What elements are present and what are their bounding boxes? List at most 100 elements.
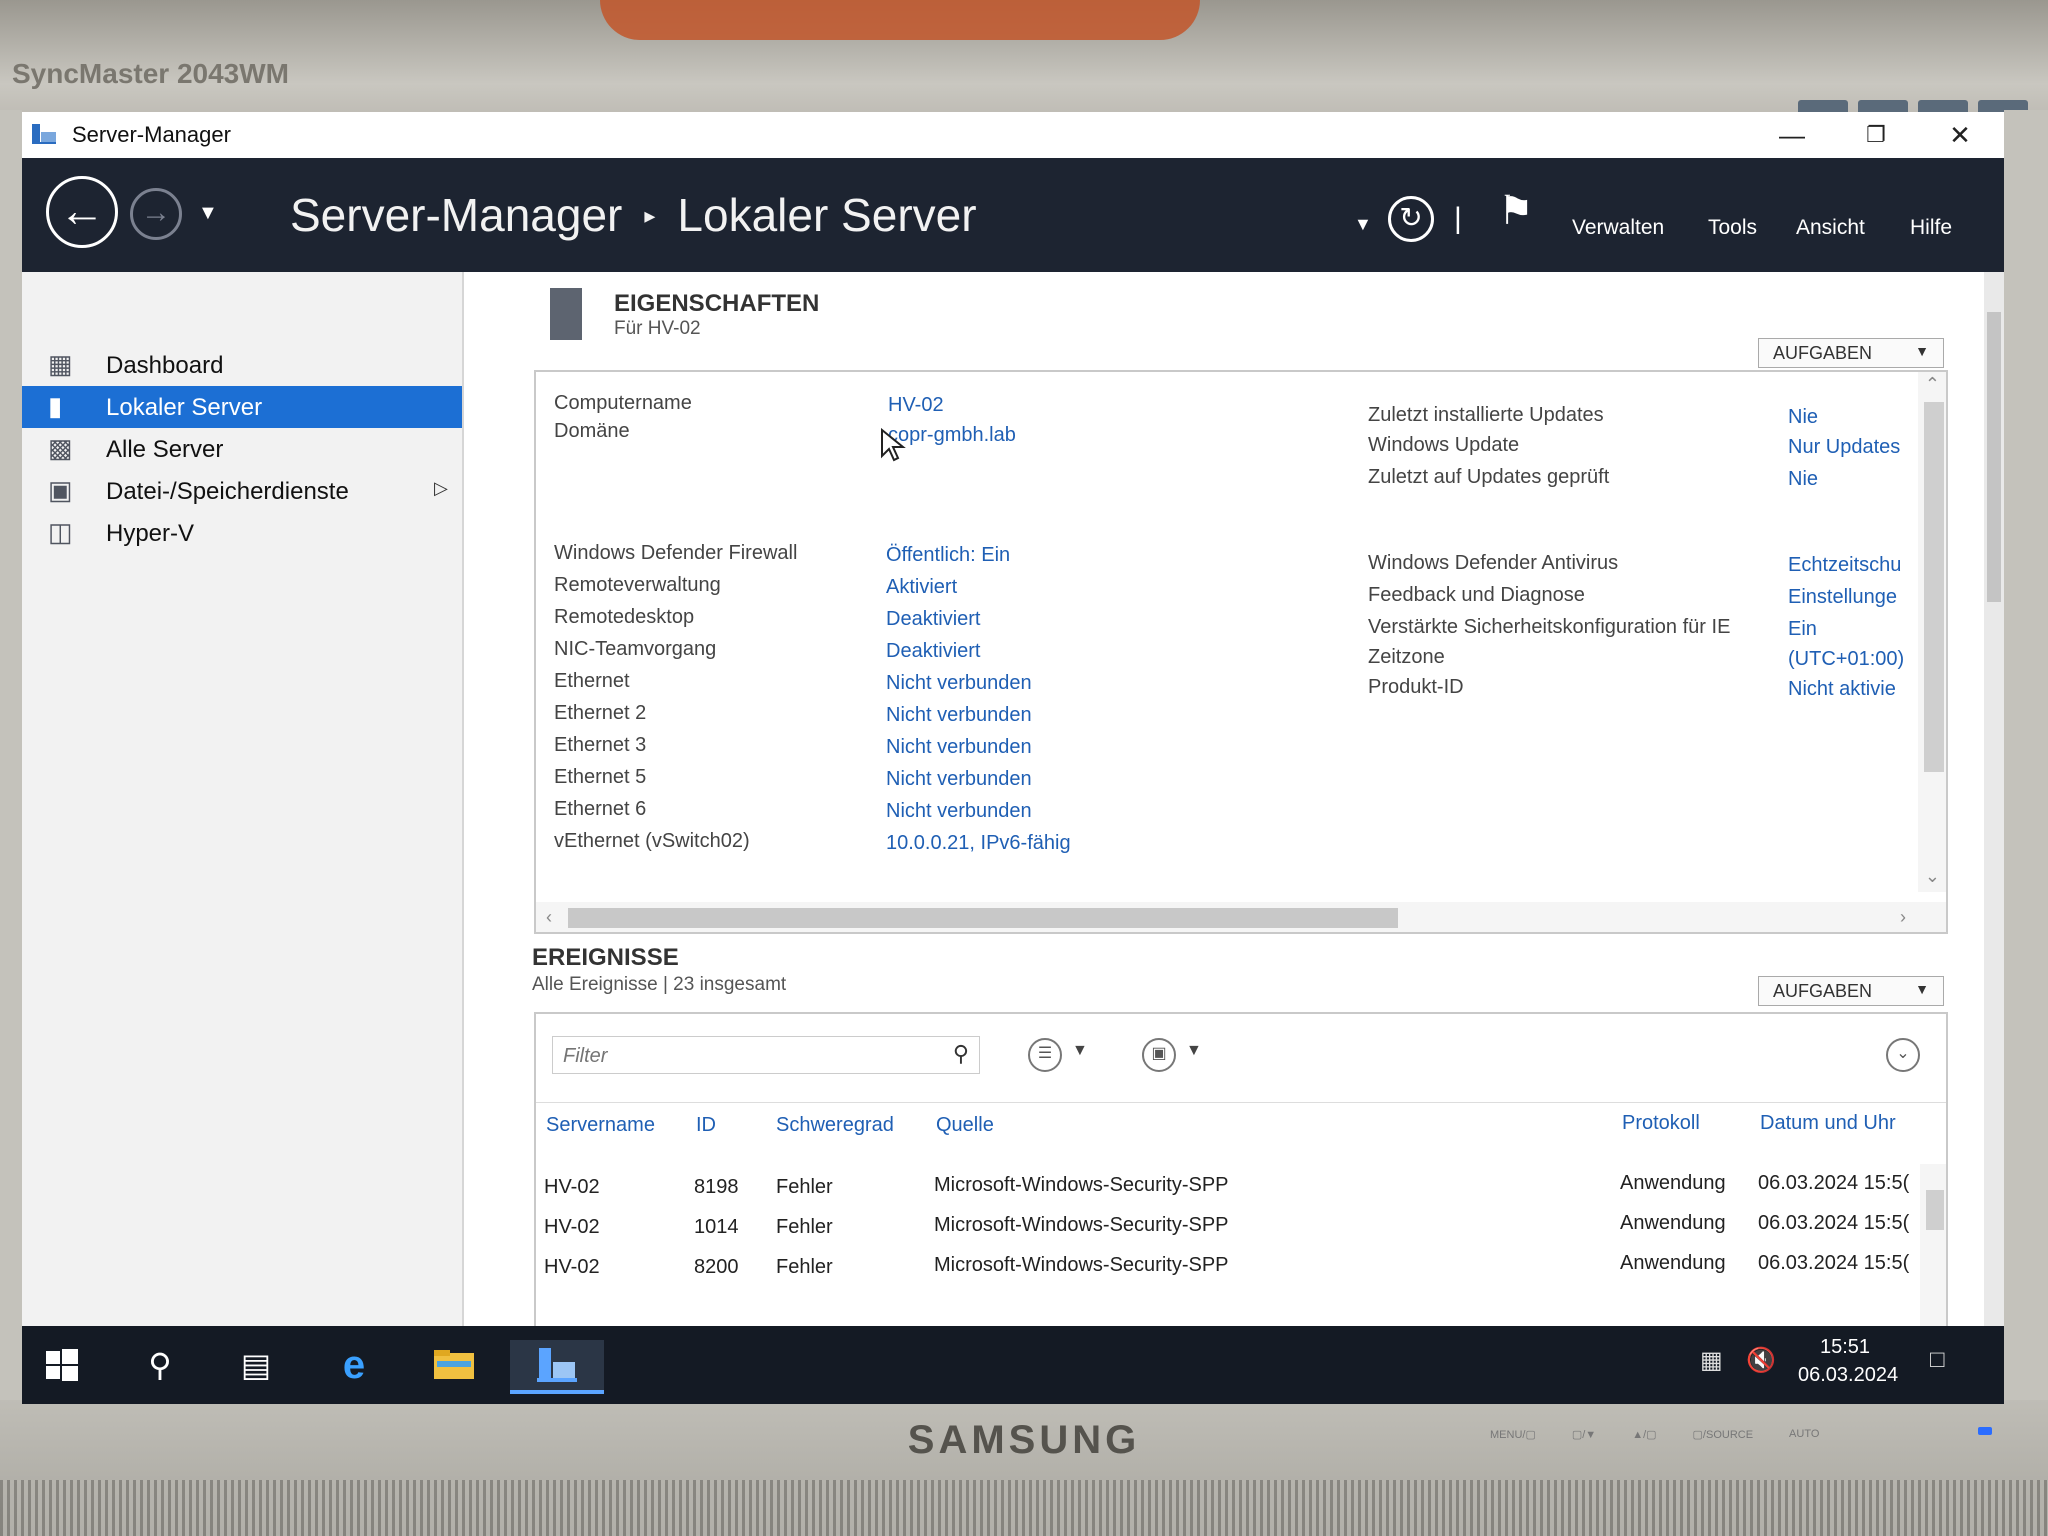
property-value-link[interactable]: Nie — [1788, 468, 1818, 491]
server-manager-taskbar-icon[interactable] — [510, 1340, 604, 1394]
sidebar-item-label: Datei-/Speicherdienste — [106, 478, 349, 505]
cell-protocol: Anwendung — [1620, 1212, 1726, 1234]
cell-servername: HV-02 — [544, 1176, 600, 1198]
action-center-icon[interactable]: □ — [1930, 1346, 1945, 1374]
chevron-right-icon[interactable]: ▷ — [434, 478, 448, 499]
mouse-cursor-icon — [881, 428, 906, 462]
property-value-link[interactable]: Nicht verbunden — [886, 672, 1032, 695]
monitor-button-label[interactable]: ▢/SOURCE — [1693, 1428, 1754, 1441]
server-icon: ▮ — [48, 391, 63, 421]
property-value-link[interactable]: 10.0.0.21, IPv6-fähig — [886, 832, 1071, 855]
cell-id: 8198 — [694, 1176, 739, 1198]
property-label: Ethernet 5 — [554, 766, 647, 788]
column-header-date[interactable]: Datum und Uhr — [1760, 1112, 1896, 1135]
windows-start-icon[interactable] — [34, 1340, 90, 1390]
task-view-icon[interactable]: ▤ — [228, 1340, 284, 1390]
scroll-down-icon[interactable]: ⌄ — [1925, 866, 1940, 887]
forward-arrow-icon[interactable]: → — [130, 188, 182, 240]
column-header-servername[interactable]: Servername — [546, 1114, 655, 1137]
property-value-link[interactable]: Echtzeitschu — [1788, 554, 1901, 577]
menu-view[interactable]: Ansicht — [1796, 216, 1865, 240]
property-value-link[interactable]: Nicht aktivie — [1788, 678, 1896, 701]
property-label: Remoteverwaltung — [554, 574, 721, 596]
clock-time[interactable]: 15:51 — [1820, 1336, 1870, 1359]
properties-vertical-scrollbar[interactable] — [1918, 372, 1946, 892]
column-header-severity[interactable]: Schweregrad — [776, 1114, 894, 1137]
internet-explorer-icon[interactable]: e — [326, 1340, 382, 1390]
dropdown-icon[interactable]: ▼ — [1354, 214, 1372, 235]
events-tasks-button[interactable]: AUFGABEN ▼ — [1758, 976, 1944, 1006]
property-value-link[interactable]: Aktiviert — [886, 576, 957, 599]
property-value-link[interactable]: Nie — [1788, 406, 1818, 429]
file-explorer-icon[interactable] — [426, 1340, 482, 1390]
column-header-id[interactable]: ID — [696, 1114, 716, 1137]
property-value-link[interactable]: Nicht verbunden — [886, 800, 1032, 823]
menu-tools[interactable]: Tools — [1708, 216, 1757, 240]
property-value-link[interactable]: HV-02 — [888, 394, 944, 417]
property-value-link[interactable]: Deaktiviert — [886, 640, 980, 663]
property-value-link[interactable]: Deaktiviert — [886, 608, 980, 631]
properties-tasks-button[interactable]: AUFGABEN ▼ — [1758, 338, 1944, 368]
hyperv-icon: ◫ — [48, 517, 73, 547]
monitor-button-label[interactable]: MENU/▢ — [1490, 1428, 1536, 1441]
expand-collapse-icon[interactable]: ⌄ — [1886, 1038, 1920, 1072]
tasks-label: AUFGABEN — [1773, 981, 1873, 1001]
scroll-up-icon[interactable]: ⌃ — [1925, 374, 1940, 395]
sidebar-item-hyper-v[interactable]: ◫ Hyper-V — [22, 512, 462, 554]
minimize-button[interactable]: — — [1756, 112, 1828, 158]
property-value-link[interactable]: Ein — [1788, 618, 1817, 641]
sidebar-item-file-storage[interactable]: ▣ Datei-/Speicherdienste ▷ — [22, 470, 462, 512]
sidebar-item-local-server[interactable]: ▮ Lokaler Server — [22, 386, 462, 428]
properties-horizontal-scrollbar[interactable] — [536, 902, 1946, 932]
nav-history-dropdown-icon[interactable]: ▼ — [198, 202, 218, 225]
column-header-source[interactable]: Quelle — [936, 1114, 994, 1137]
property-value-link[interactable]: Nur Updates — [1788, 436, 1900, 459]
events-title: EREIGNISSE — [532, 944, 679, 971]
save-query-icon[interactable]: ▣ — [1142, 1038, 1176, 1072]
property-value-link[interactable]: copr-gmbh.lab — [888, 424, 1016, 447]
scroll-right-icon[interactable]: › — [1900, 907, 1906, 928]
restore-button[interactable]: ❐ — [1840, 112, 1912, 158]
cell-severity: Fehler — [776, 1176, 833, 1198]
sidebar-item-dashboard[interactable]: ▦ Dashboard — [22, 344, 462, 386]
monitor-button-label[interactable]: AUTO — [1789, 1428, 1819, 1441]
cell-source: Microsoft-Windows-Security-SPP — [934, 1254, 1229, 1276]
property-value-link[interactable]: Einstellunge — [1788, 586, 1897, 609]
property-value-link[interactable]: (UTC+01:00) — [1788, 648, 1904, 671]
monitor-button-label[interactable]: ▲/▢ — [1632, 1428, 1656, 1441]
property-value-link[interactable]: Nicht verbunden — [886, 736, 1032, 759]
filter-input[interactable] — [561, 1041, 925, 1071]
property-label: Ethernet 2 — [554, 702, 647, 724]
menu-manage[interactable]: Verwalten — [1572, 216, 1664, 240]
cell-protocol: Anwendung — [1620, 1172, 1726, 1194]
property-value-link[interactable]: Nicht verbunden — [886, 704, 1032, 727]
chevron-down-icon: ▼ — [1915, 981, 1929, 997]
breadcrumb-separator-icon: ▸ — [644, 203, 656, 228]
network-icon[interactable]: ▦ — [1700, 1346, 1723, 1375]
close-button[interactable]: ✕ — [1924, 112, 1996, 158]
clock-date[interactable]: 06.03.2024 — [1798, 1364, 1898, 1387]
breadcrumb-root[interactable]: Server-Manager — [290, 189, 622, 241]
notifications-flag-icon[interactable]: ⚑ — [1498, 188, 1534, 234]
monitor-stand-grille — [0, 1480, 2048, 1536]
monitor-button-label[interactable]: ▢/▼ — [1572, 1428, 1596, 1441]
sidebar-item-label: Hyper-V — [106, 520, 195, 547]
refresh-icon[interactable]: ↻ — [1388, 196, 1434, 242]
search-icon[interactable]: ⚲ — [953, 1041, 969, 1067]
property-value-link[interactable]: Nicht verbunden — [886, 768, 1032, 791]
list-options-icon[interactable]: ☰ — [1028, 1038, 1062, 1072]
property-label: Windows Defender Firewall — [554, 542, 798, 564]
chevron-down-icon[interactable]: ▼ — [1186, 1042, 1202, 1060]
separator: | — [1454, 202, 1462, 235]
property-value-link[interactable]: Öffentlich: Ein — [886, 544, 1010, 567]
scroll-left-icon[interactable]: ‹ — [546, 907, 552, 928]
tasks-label: AUFGABEN — [1773, 343, 1873, 363]
search-icon[interactable]: ⚲ — [132, 1340, 188, 1390]
main-vertical-scrollbar[interactable] — [1984, 272, 2004, 1404]
menu-help[interactable]: Hilfe — [1910, 216, 1952, 240]
sidebar-item-all-servers[interactable]: ▩ Alle Server — [22, 428, 462, 470]
chevron-down-icon[interactable]: ▼ — [1072, 1042, 1088, 1060]
volume-muted-icon[interactable]: 🔇 — [1746, 1346, 1776, 1375]
column-header-protocol[interactable]: Protokoll — [1622, 1112, 1700, 1135]
back-arrow-icon[interactable]: ← — [46, 176, 118, 248]
